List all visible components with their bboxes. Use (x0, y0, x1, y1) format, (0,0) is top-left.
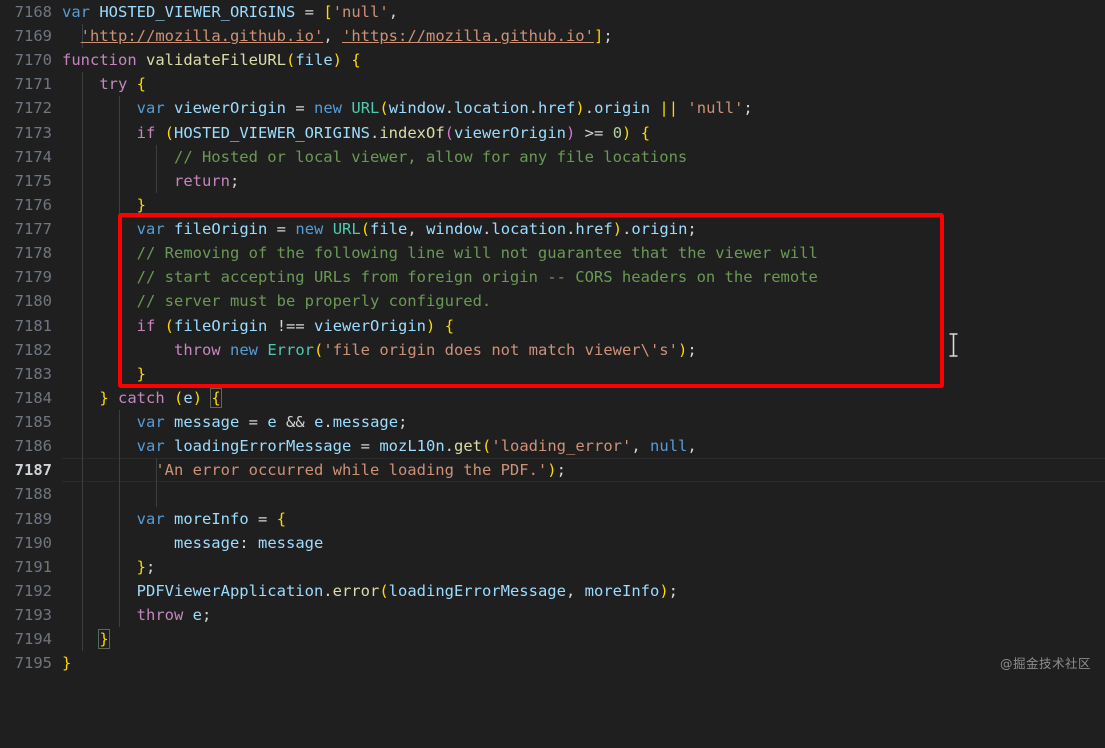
line-number: 7169 (14, 27, 52, 46)
line-number: 7188 (14, 485, 52, 504)
bracket-match-highlight: } (98, 629, 110, 650)
line-content: // Removing of the following line will n… (136, 244, 818, 263)
code-line[interactable]: 7170 function validateFileURL(file) { (0, 48, 1105, 72)
line-content: }; (136, 557, 156, 576)
line-content: var moreInfo = { (136, 509, 287, 528)
line-number: 7173 (14, 123, 52, 142)
code-line[interactable]: 7168 var HOSTED_VIEWER_ORIGINS = ['null'… (0, 0, 1105, 24)
watermark-text: @掘金技术社区 (999, 656, 1091, 671)
line-number: 7195 (14, 654, 52, 673)
line-number: 7191 (14, 557, 52, 576)
line-number: 7193 (14, 606, 52, 624)
line-content: // start accepting URLs from foreign ori… (136, 268, 818, 287)
code-line[interactable]: 7175 return; (0, 168, 1105, 193)
line-number: 7178 (14, 244, 52, 263)
line-number: 7187 (14, 461, 52, 480)
indent-guide (156, 482, 157, 507)
code-line[interactable]: 7174 // Hosted or local viewer, allow fo… (0, 144, 1105, 169)
indent-guide (82, 482, 83, 507)
line-number: 7190 (14, 533, 52, 552)
code-lines-container[interactable]: 7168 var HOSTED_VIEWER_ORIGINS = ['null'… (0, 0, 1105, 686)
line-content: } (136, 364, 146, 383)
code-line[interactable]: 7179 // start accepting URLs from foreig… (0, 265, 1105, 290)
line-number: 7171 (14, 75, 52, 94)
code-line[interactable]: 7185 var message = e && e.message; (0, 410, 1105, 435)
code-line[interactable]: 7172 var viewerOrigin = new URL(window.l… (0, 96, 1105, 121)
code-line[interactable]: 7184 } catch (e) { (0, 385, 1105, 411)
line-content: var loadingErrorMessage = mozL10n.get('l… (136, 437, 697, 456)
line-content: throw e; (136, 606, 212, 624)
code-line[interactable]: 7177 var fileOrigin = new URL(file, wind… (0, 217, 1105, 242)
line-content: return; (173, 171, 240, 190)
code-line[interactable]: 7169 'http://mozilla.github.io', 'https:… (0, 24, 1105, 49)
code-line[interactable]: 7180 // server must be properly configur… (0, 289, 1105, 314)
line-content: message: message (173, 533, 324, 552)
indent-guide (119, 482, 120, 507)
line-content: 'An error occurred while loading the PDF… (155, 461, 566, 480)
code-line-active[interactable]: 7187 'An error occurred while loading th… (0, 458, 1105, 483)
line-number: 7177 (14, 220, 52, 239)
line-content: if (fileOrigin !== viewerOrigin) { (136, 316, 455, 335)
line-number: 7184 (14, 388, 52, 407)
code-line[interactable]: 7186 var loadingErrorMessage = mozL10n.g… (0, 434, 1105, 459)
code-line[interactable]: 7190 message: message (0, 530, 1105, 555)
line-content: throw new Error('file origin does not ma… (173, 340, 697, 359)
code-line[interactable]: 7194 } (0, 627, 1105, 652)
line-number: 7174 (14, 147, 52, 166)
code-line[interactable]: 7183 } (0, 361, 1105, 386)
line-content: var HOSTED_VIEWER_ORIGINS = ['null', (62, 3, 399, 21)
line-content: } (62, 654, 72, 673)
code-line[interactable]: 7188 (0, 482, 1105, 507)
code-line[interactable]: 7191 }; (0, 554, 1105, 579)
bracket-match-highlight: { (210, 387, 222, 408)
line-content: var viewerOrigin = new URL(window.locati… (136, 99, 753, 118)
code-line[interactable]: 7181 if (fileOrigin !== viewerOrigin) { (0, 313, 1105, 338)
line-content: try { (99, 75, 147, 94)
line-number: 7183 (14, 364, 52, 383)
code-line[interactable]: 7178 // Removing of the following line w… (0, 241, 1105, 266)
line-content: var message = e && e.message; (136, 413, 408, 432)
line-number: 7182 (14, 340, 52, 359)
line-number: 7168 (14, 3, 52, 21)
line-content: function validateFileURL(file) { (62, 51, 361, 70)
line-content: var fileOrigin = new URL(file, window.lo… (136, 220, 697, 239)
line-number: 7180 (14, 292, 52, 311)
line-content: } catch (e) { (99, 387, 222, 408)
code-line[interactable]: 7171 try { (0, 72, 1105, 97)
line-number: 7181 (14, 316, 52, 335)
line-content: // server must be properly configured. (136, 292, 492, 311)
line-number: 7189 (14, 509, 52, 528)
code-line[interactable]: 7176 } (0, 192, 1105, 218)
code-line[interactable]: 7189 var moreInfo = { (0, 506, 1105, 531)
code-line[interactable]: 7182 throw new Error('file origin does n… (0, 337, 1105, 362)
line-number: 7186 (14, 437, 52, 456)
line-content: PDFViewerApplication.error(loadingErrorM… (136, 581, 678, 600)
code-line[interactable]: 7192 PDFViewerApplication.error(loadingE… (0, 578, 1105, 603)
line-number: 7172 (14, 99, 52, 118)
line-number: 7170 (14, 51, 52, 70)
line-content: } (62, 627, 110, 651)
line-number: 7179 (14, 268, 52, 287)
line-number: 7175 (14, 171, 52, 190)
line-content: // Hosted or local viewer, allow for any… (173, 147, 688, 166)
line-content: if (HOSTED_VIEWER_ORIGINS.indexOf(viewer… (136, 123, 651, 142)
code-editor[interactable]: 7168 var HOSTED_VIEWER_ORIGINS = ['null'… (0, 0, 1105, 686)
line-number: 7192 (14, 581, 52, 600)
line-content: } (136, 195, 146, 214)
line-number: 7194 (14, 630, 52, 649)
line-number: 7185 (14, 413, 52, 432)
code-line[interactable]: 7173 if (HOSTED_VIEWER_ORIGINS.indexOf(v… (0, 120, 1105, 145)
code-line[interactable]: 7193 throw e; (0, 603, 1105, 628)
code-line[interactable]: 7195 } (0, 651, 1105, 675)
line-content: 'http://mozilla.github.io', 'https://moz… (80, 27, 613, 46)
line-number: 7176 (14, 195, 52, 214)
